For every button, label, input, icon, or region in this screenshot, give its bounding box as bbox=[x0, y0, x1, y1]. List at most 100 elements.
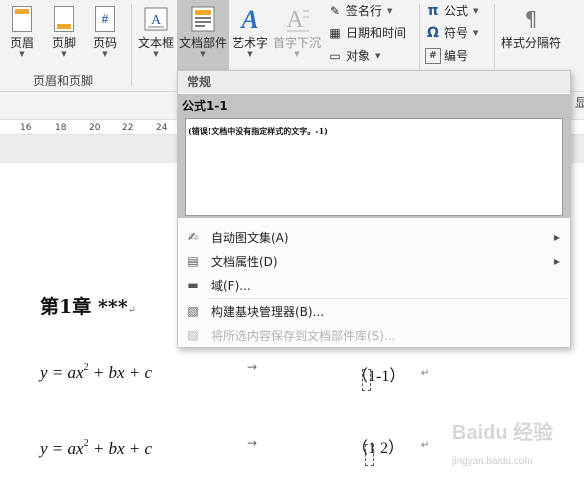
dropcap-label: 首字下沉 bbox=[272, 36, 321, 50]
signature-line-button[interactable]: ✎ 签名行 ▼ bbox=[327, 2, 392, 19]
numbering-button[interactable]: # 编号 bbox=[425, 47, 468, 64]
footer-icon bbox=[51, 4, 77, 34]
ruler-tick: 24 bbox=[156, 123, 168, 133]
ruler-tick: 22 bbox=[122, 123, 134, 133]
equation-2-right: + bx + c bbox=[88, 439, 153, 458]
paragraph-mark: ↵ bbox=[421, 440, 430, 451]
watermark-url: jingyan.baidu.com bbox=[452, 456, 533, 467]
field-cursor-box bbox=[362, 369, 371, 391]
autotext-icon: ✍ bbox=[187, 230, 199, 244]
doc-parts-label: 文档部件 bbox=[178, 36, 227, 50]
symbol-label: 符号 bbox=[444, 26, 469, 40]
gallery-item-equation[interactable]: 公式1-1 (错误!文档中没有指定样式的文字。-1) bbox=[178, 94, 570, 218]
menu-item-save-to-gallery[interactable]: ▨ 将所选内容保存到文档部件库(S)... bbox=[178, 323, 570, 347]
textbox-label: 文本框 bbox=[137, 36, 174, 50]
svg-text:A: A bbox=[286, 7, 304, 33]
chevron-down-icon: ▼ bbox=[473, 6, 479, 15]
doc-parts-button[interactable]: 文档部件 ▼ bbox=[177, 0, 229, 70]
equation-2-left: y = ax bbox=[40, 439, 84, 458]
equation-2[interactable]: y = ax2 + bx + c bbox=[40, 438, 152, 459]
menu-item-label: 将所选内容保存到文档部件库(S)... bbox=[211, 328, 396, 343]
chevron-down-icon: ▼ bbox=[153, 50, 159, 58]
numbering-label: 编号 bbox=[444, 49, 469, 63]
object-button[interactable]: ▭ 对象 ▼ bbox=[327, 47, 380, 64]
page-number-button[interactable]: # 页码 ▼ bbox=[88, 4, 122, 58]
menu-item-label: 文档属性(D) bbox=[211, 254, 278, 269]
gallery-item-title: 公式1-1 bbox=[182, 99, 228, 113]
svg-text:A: A bbox=[151, 13, 162, 28]
datetime-label: 日期和时间 bbox=[346, 26, 407, 40]
chevron-down-icon: ▼ bbox=[387, 6, 393, 15]
object-label: 对象 bbox=[346, 49, 371, 63]
object-icon: ▭ bbox=[329, 48, 341, 63]
datetime-button[interactable]: ▦ 日期和时间 bbox=[327, 24, 406, 41]
chevron-down-icon: ▼ bbox=[375, 51, 381, 60]
header-button[interactable]: 页眉 ▼ bbox=[5, 4, 39, 58]
menu-item-label: 域(F)... bbox=[211, 278, 251, 293]
header-icon bbox=[9, 4, 35, 34]
menu-item-autotext[interactable]: ✍ 自动图文集(A) ▶ bbox=[178, 225, 570, 249]
chapter-heading[interactable]: 第1章 ***↵ bbox=[40, 292, 136, 319]
chevron-down-icon: ▼ bbox=[19, 50, 25, 58]
dropcap-icon: A bbox=[284, 4, 310, 34]
submenu-arrow-icon: ▶ bbox=[553, 256, 560, 266]
numbering-icon: # bbox=[425, 47, 441, 64]
chevron-down-icon: ▼ bbox=[200, 50, 206, 58]
footer-label: 页脚 bbox=[51, 36, 76, 50]
equation-label: 公式 bbox=[444, 4, 469, 18]
tab-arrow: → bbox=[247, 360, 258, 374]
wordart-button[interactable]: A 艺术字 ▼ bbox=[231, 4, 269, 58]
equation-button[interactable]: π 公式 ▼ bbox=[425, 2, 478, 19]
submenu-arrow-icon: ▶ bbox=[553, 232, 560, 242]
textbox-button[interactable]: A 文本框 ▼ bbox=[136, 4, 176, 58]
paragraph-mark: ↵ bbox=[127, 305, 137, 316]
chapter-text: 第1章 *** bbox=[40, 296, 128, 318]
ruler-tick: 18 bbox=[55, 123, 67, 133]
menu-item-label: 构建基块管理器(B)... bbox=[211, 304, 325, 319]
side-panel-label: 显 bbox=[575, 96, 584, 110]
menu-item-building-blocks[interactable]: ▧ 构建基块管理器(B)... bbox=[178, 299, 570, 323]
chevron-down-icon: ▼ bbox=[102, 50, 108, 58]
chevron-down-icon: ▼ bbox=[294, 50, 300, 58]
menu-item-label: 自动图文集(A) bbox=[211, 230, 289, 245]
svg-text:A: A bbox=[239, 5, 258, 33]
header-label: 页眉 bbox=[9, 36, 34, 50]
style-separator-label: 样式分隔符 bbox=[500, 36, 561, 50]
doc-parts-dropdown: 常规 公式1-1 (错误!文档中没有指定样式的文字。-1) ✍ 自动图文集(A)… bbox=[177, 70, 571, 348]
equation-2-number[interactable]: （1 2） bbox=[352, 434, 404, 458]
equation-1[interactable]: y = ax2 + bx + c bbox=[40, 362, 152, 383]
tab-arrow: → bbox=[247, 436, 258, 450]
footer-button[interactable]: 页脚 ▼ bbox=[47, 4, 81, 58]
doc-parts-icon bbox=[190, 4, 216, 34]
pilcrow-icon: ¶ bbox=[524, 7, 538, 31]
wordart-label: 艺术字 bbox=[231, 36, 268, 50]
symbol-button[interactable]: Ω 符号 ▼ bbox=[425, 24, 478, 41]
page-number-icon: # bbox=[92, 4, 118, 34]
building-blocks-icon: ▧ bbox=[187, 304, 199, 318]
chevron-down-icon: ▼ bbox=[473, 28, 479, 37]
menu-item-field[interactable]: ▬ 域(F)... bbox=[178, 273, 570, 297]
chevron-down-icon: ▼ bbox=[247, 50, 253, 58]
style-separator-button[interactable]: ¶ 样式分隔符 bbox=[500, 4, 562, 50]
field-cursor-box bbox=[365, 444, 374, 466]
dropcap-button[interactable]: A 首字下沉 ▼ bbox=[272, 4, 322, 58]
chevron-down-icon: ▼ bbox=[61, 50, 67, 58]
dropdown-section-header: 常规 bbox=[178, 71, 570, 93]
calendar-icon: ▦ bbox=[329, 25, 341, 40]
equation-1-number[interactable]: （1-1） bbox=[352, 362, 405, 386]
field-icon: ▬ bbox=[187, 278, 199, 292]
wordart-icon: A bbox=[237, 4, 263, 34]
ruler-tick: 20 bbox=[89, 123, 101, 133]
equation-1-right: + bx + c bbox=[88, 363, 153, 382]
save-to-gallery-icon: ▨ bbox=[187, 328, 199, 342]
pi-icon: π bbox=[427, 2, 439, 19]
page-number-label: 页码 bbox=[92, 36, 117, 50]
doc-property-icon: ▤ bbox=[187, 254, 199, 268]
ruler-tick: 16 bbox=[20, 123, 32, 133]
textbox-icon: A bbox=[143, 4, 169, 34]
group-divider bbox=[131, 4, 132, 86]
gallery-preview-text: (错误!文档中没有指定样式的文字。-1) bbox=[188, 126, 328, 136]
group-label-header-footer: 页眉和页脚 bbox=[33, 74, 94, 88]
gallery-preview: (错误!文档中没有指定样式的文字。-1) bbox=[185, 118, 563, 216]
menu-item-doc-property[interactable]: ▤ 文档属性(D) ▶ bbox=[178, 249, 570, 273]
